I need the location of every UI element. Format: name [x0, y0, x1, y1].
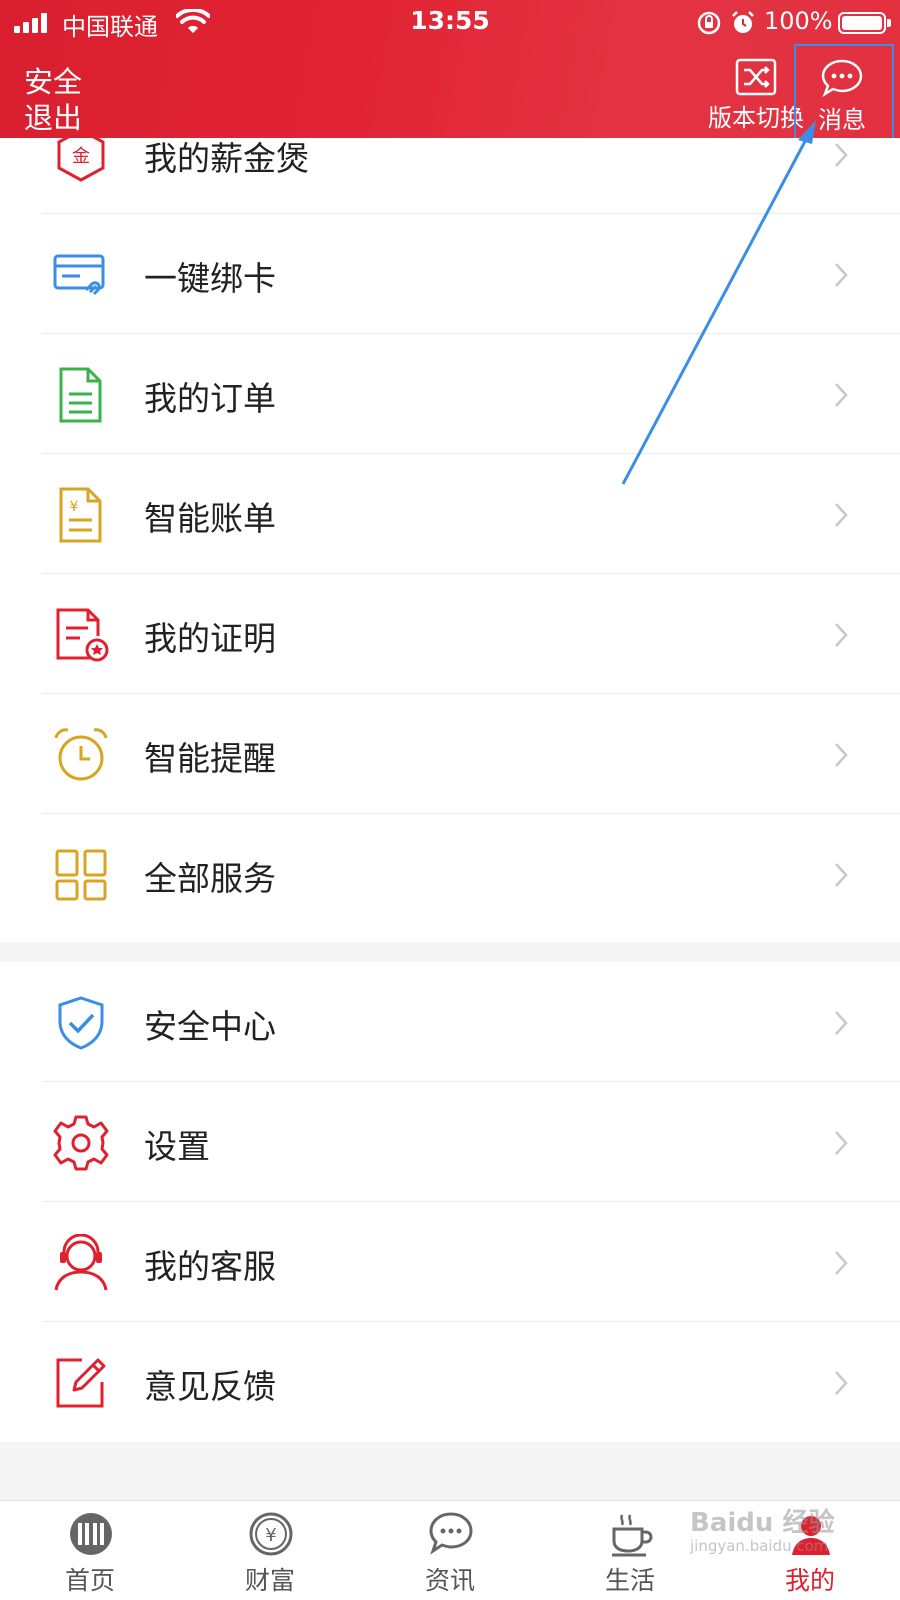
- chevron-right-icon: [835, 1371, 848, 1395]
- menu-item-salary-treasure[interactable]: 金 我的薪金煲: [0, 94, 900, 214]
- gear-icon: [53, 1115, 109, 1171]
- menu-item-label: 智能提醒: [144, 739, 276, 778]
- order-document-icon: [59, 367, 102, 423]
- menu-item-feedback[interactable]: 意见反馈: [0, 1322, 900, 1442]
- menu-item-smart-bill[interactable]: ¥ 智能账单: [0, 454, 900, 574]
- svg-text:¥: ¥: [265, 1525, 276, 1546]
- menu-item-settings[interactable]: 设置: [0, 1082, 900, 1202]
- shield-check-icon: [58, 996, 104, 1050]
- menu-item-my-certificate[interactable]: 我的证明: [0, 574, 900, 694]
- tab-label: 我的: [784, 1566, 835, 1595]
- battery-icon: [838, 12, 891, 34]
- tab-label: 生活: [604, 1566, 655, 1595]
- chevron-right-icon: [835, 263, 848, 287]
- bill-document-icon: ¥: [59, 487, 102, 543]
- chevron-right-icon: [835, 503, 848, 527]
- menu-item-label: 安全中心: [144, 1007, 276, 1046]
- grid-services-icon: [55, 849, 107, 901]
- svg-text:金: 金: [72, 146, 90, 167]
- watermark-url: jingyan.baidu.com: [690, 1537, 829, 1555]
- chevron-right-icon: [835, 143, 848, 167]
- alarm-clock-icon: [54, 728, 108, 781]
- chevron-right-icon: [835, 1131, 848, 1155]
- customer-service-icon: [54, 1234, 108, 1291]
- battery-percent: 100%: [764, 7, 833, 35]
- menu-item-customer-service[interactable]: 我的客服: [0, 1202, 900, 1322]
- menu-item-all-services[interactable]: 全部服务: [0, 814, 900, 934]
- tab-news[interactable]: 资讯: [360, 1501, 540, 1600]
- tab-label: 首页: [64, 1566, 115, 1595]
- watermark: Baidu 经验 jingyan.baidu.com: [690, 1502, 834, 1555]
- menu-item-label: 意见反馈: [144, 1367, 276, 1406]
- menu-group-account: 安全中心 设置 我的客服 意见反馈: [0, 962, 900, 1442]
- menu-item-label: 我的薪金煲: [144, 139, 309, 178]
- chevron-right-icon: [835, 623, 848, 647]
- menu-item-label: 一键绑卡: [144, 259, 276, 298]
- menu-item-label: 全部服务: [144, 859, 276, 898]
- chevron-right-icon: [835, 863, 848, 887]
- shuffle-icon: [735, 58, 777, 96]
- menu-item-label: 智能账单: [144, 499, 276, 538]
- svg-text:¥: ¥: [70, 499, 79, 515]
- menu-item-label: 我的证明: [144, 619, 276, 658]
- salary-treasure-icon: 金: [57, 128, 105, 182]
- chevron-right-icon: [835, 743, 848, 767]
- tab-label: 资讯: [424, 1566, 475, 1595]
- chevron-right-icon: [835, 1251, 848, 1275]
- news-chat-icon: [429, 1512, 473, 1555]
- menu-item-label: 设置: [144, 1127, 210, 1166]
- menu-group-services: 金 我的薪金煲 一键绑卡 我的订单 ¥ 智能账单 我的证明 智能提醒 全部服务: [0, 128, 900, 942]
- menu-item-bind-card[interactable]: 一键绑卡: [0, 214, 900, 334]
- wealth-yen-icon: ¥: [249, 1512, 293, 1556]
- home-logo-icon: [70, 1513, 112, 1555]
- life-cup-icon: [612, 1514, 653, 1557]
- tab-label: 财富: [244, 1566, 295, 1595]
- menu-item-label: 我的订单: [144, 379, 276, 418]
- menu-item-security-center[interactable]: 安全中心: [0, 962, 900, 1082]
- bind-card-icon: [53, 254, 105, 296]
- chevron-right-icon: [835, 1011, 848, 1035]
- tab-home[interactable]: 首页: [0, 1501, 180, 1600]
- alarm-icon: [732, 11, 754, 33]
- status-bar: 中国联通 13:55 100%: [0, 0, 900, 46]
- tab-wealth[interactable]: ¥ 财富: [180, 1501, 360, 1600]
- feedback-edit-icon: [56, 1358, 106, 1408]
- menu-item-my-orders[interactable]: 我的订单: [0, 334, 900, 454]
- menu-item-label: 我的客服: [144, 1247, 276, 1286]
- chevron-right-icon: [835, 383, 848, 407]
- rotation-lock-icon: [697, 11, 721, 35]
- menu-item-smart-reminder[interactable]: 智能提醒: [0, 694, 900, 814]
- watermark-brand: Baidu 经验: [690, 1508, 835, 1538]
- certificate-icon: [56, 608, 109, 662]
